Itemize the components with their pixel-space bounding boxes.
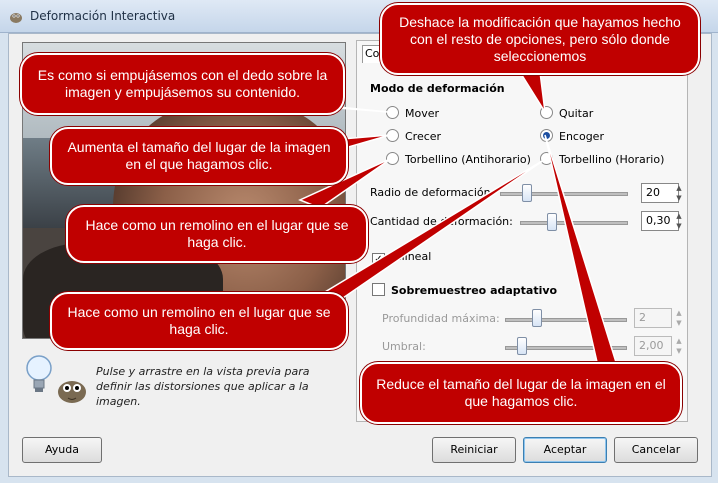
adaptive-supersampling-checkbox[interactable]: Sobremuestreo adaptativo — [372, 283, 557, 297]
radio-dot — [540, 106, 553, 119]
amount-slider-thumb[interactable] — [547, 213, 557, 231]
radio-crecer[interactable]: Crecer — [386, 129, 441, 143]
gimp-wilber-icon — [10, 13, 22, 23]
help-button[interactable]: Ayuda — [22, 437, 102, 463]
radio-mover[interactable]: Mover — [386, 106, 439, 120]
radius-spin-arrows-icon[interactable]: ▲ ▼ — [674, 183, 684, 203]
depth-slider-track — [505, 318, 627, 322]
radius-label: Radio de deformación: — [370, 186, 495, 199]
wilber-icon — [58, 381, 86, 403]
depth-spinbox: 2 — [634, 308, 672, 328]
callout-mover: Es como si empujásemos con el dedo sobre… — [20, 53, 345, 115]
ok-button[interactable]: Aceptar — [523, 437, 607, 463]
threshold-slider-thumb — [517, 337, 527, 355]
radio-dot-selected — [540, 129, 553, 142]
radio-dot — [386, 106, 399, 119]
radio-quitar[interactable]: Quitar — [540, 106, 593, 120]
radio-dot — [386, 129, 399, 142]
radius-slider-track[interactable] — [500, 192, 628, 196]
callout-crecer: Aumenta el tamaño del lugar de la imagen… — [50, 127, 348, 185]
window-title: Deformación Interactiva — [30, 9, 176, 23]
callout-encoger: Reduce el tamaño del lugar de la imagen … — [360, 362, 682, 424]
radio-dot — [386, 152, 399, 165]
threshold-spin-arrows-icon: ▲ ▼ — [676, 337, 682, 355]
amount-spin-arrows-icon[interactable]: ▲ ▼ — [674, 211, 684, 231]
reset-button[interactable]: Reiniciar — [432, 437, 516, 463]
lightbulb-icon — [26, 355, 52, 392]
radius-slider-thumb[interactable] — [522, 184, 532, 202]
amount-slider-track[interactable] — [520, 221, 628, 225]
deform-mode-title: Modo de deformación — [370, 82, 505, 95]
threshold-spinbox: 2,00 — [634, 336, 672, 356]
depth-spin-arrows-icon: ▲ ▼ — [676, 309, 682, 327]
radio-torbellino-antihorario[interactable]: Torbellino (Antihorario) — [386, 152, 531, 166]
depth-slider-thumb — [532, 309, 542, 327]
radio-dot — [540, 152, 553, 165]
threshold-label: Umbral: — [382, 340, 426, 353]
callout-quitar: Deshace la modificación que hayamos hech… — [380, 3, 700, 75]
radio-encoger[interactable]: Encoger — [540, 129, 604, 143]
callout-torbellino-antihorario: Hace como un remolino en el lugar que se… — [66, 205, 368, 263]
preview-hint: Pulse y arrastre en la vista previa para… — [22, 350, 352, 410]
cancel-button[interactable]: Cancelar — [614, 437, 698, 463]
hint-text: Pulse y arrastre en la vista previa para… — [96, 365, 310, 408]
depth-label: Profundidad máxima: — [382, 312, 500, 325]
bilinear-checkbox[interactable]: ✓ Bilineal — [372, 250, 431, 266]
radio-torbellino-horario[interactable]: Torbellino (Horario) — [540, 152, 664, 166]
callout-torbellino-horario: Hace como un remolino en el lugar que se… — [50, 292, 348, 350]
check-icon: ✓ — [372, 253, 385, 266]
amount-label: Cantidad de deformación: — [370, 215, 513, 228]
